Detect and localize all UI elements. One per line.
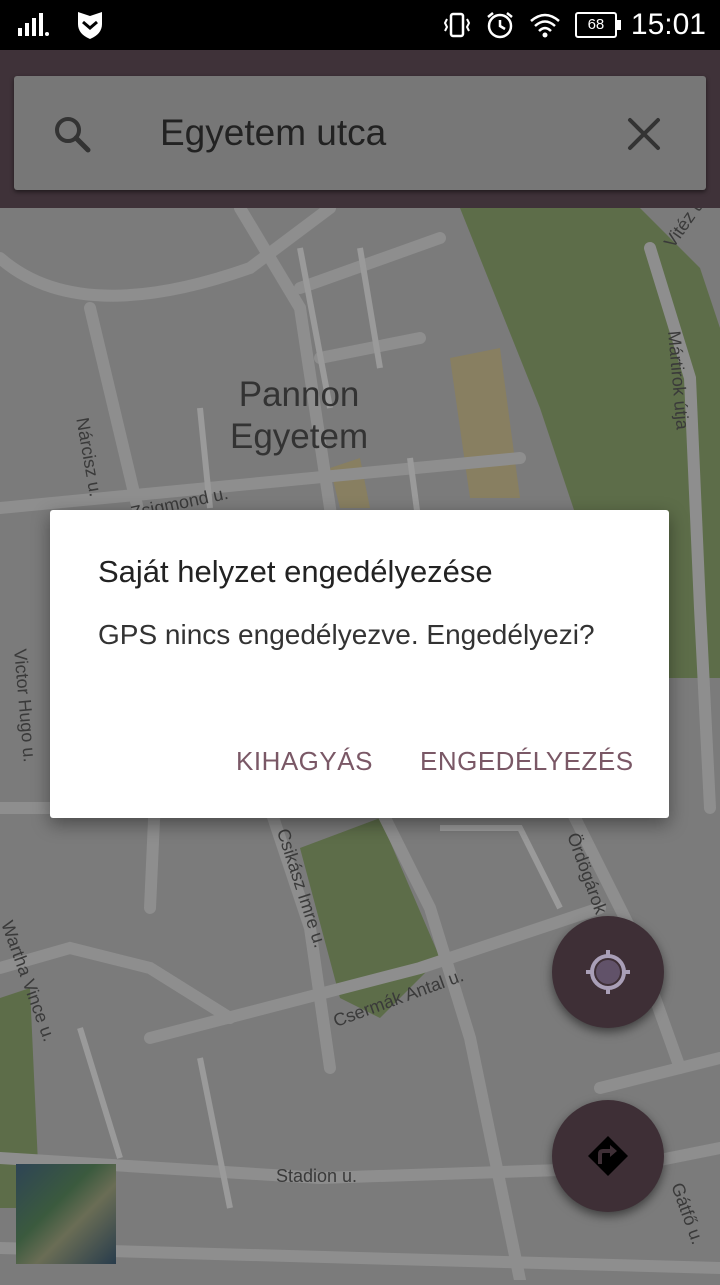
- my-location-button[interactable]: [552, 916, 664, 1028]
- search-box[interactable]: Egyetem utca: [14, 76, 706, 190]
- dialog-message: GPS nincs engedélyezve. Engedélyezi?: [98, 619, 595, 650]
- poi-label-pannon-egyetem[interactable]: Pannon Egyetem: [230, 374, 368, 458]
- street-label: Stadion u.: [276, 1166, 358, 1186]
- battery-icon: 68: [574, 12, 621, 38]
- alarm-icon: [487, 12, 513, 39]
- vibrate-icon: [443, 12, 471, 38]
- location-permission-dialog: Saját helyzet engedélyezése GPS nincs en…: [50, 510, 669, 818]
- battery-level: 68: [587, 16, 605, 33]
- enable-button[interactable]: ENGEDÉLYEZÉS: [420, 746, 634, 777]
- dialog-title: Saját helyzet engedélyezése: [98, 554, 493, 589]
- directions-icon: [588, 1136, 628, 1176]
- app-toolbar: Egyetem utca: [0, 50, 720, 208]
- satellite-layer-thumbnail[interactable]: [16, 1164, 116, 1264]
- status-bar: 68 15:01: [0, 0, 720, 50]
- clock: 15:01: [630, 8, 706, 41]
- crosshair-icon: [586, 950, 630, 994]
- skip-button[interactable]: KIHAGYÁS: [236, 746, 373, 777]
- signal-icon: [18, 13, 49, 36]
- wifi-icon: [530, 13, 560, 38]
- shield-icon: [78, 12, 102, 39]
- search-icon[interactable]: [52, 114, 92, 154]
- search-input[interactable]: Egyetem utca: [160, 110, 386, 156]
- directions-button[interactable]: [552, 1100, 664, 1212]
- close-icon[interactable]: [624, 114, 664, 154]
